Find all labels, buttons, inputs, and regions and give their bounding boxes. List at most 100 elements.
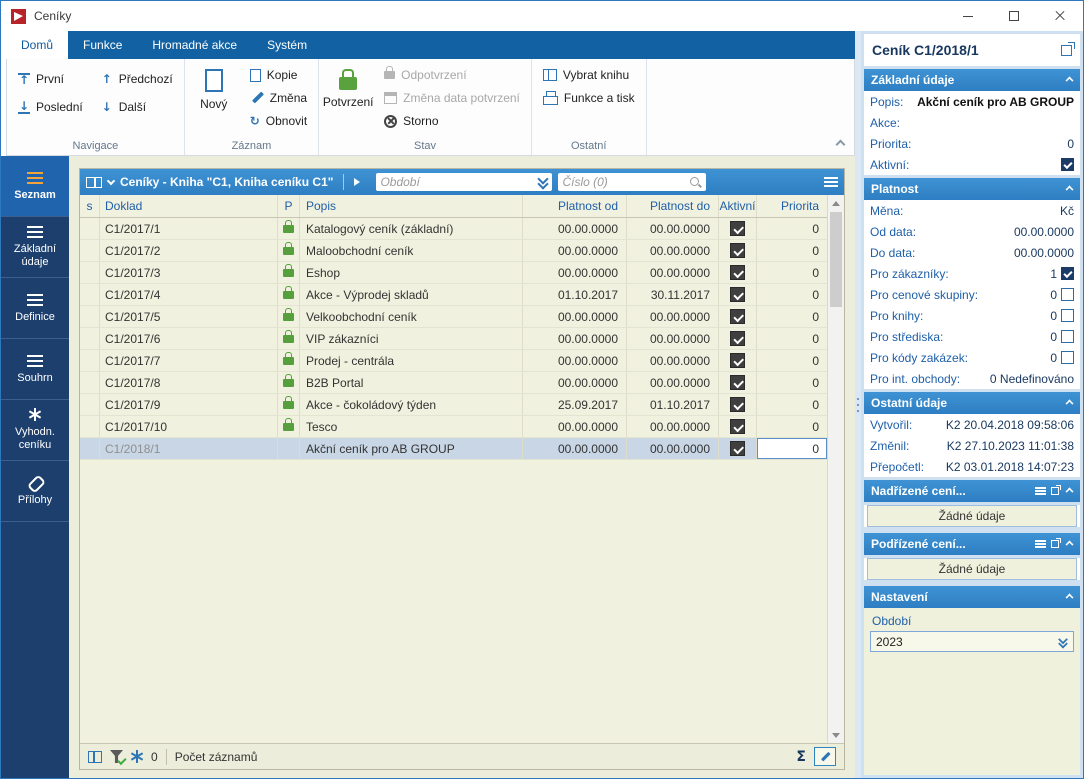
section-header-platnost[interactable]: Platnost (864, 178, 1080, 200)
ribbon-tab[interactable]: Hromadné akce (137, 31, 252, 59)
flake-icon[interactable] (131, 750, 143, 763)
sidebar-item[interactable]: Přílohy (1, 461, 69, 522)
double-chevron-icon[interactable] (538, 176, 548, 188)
number-filter-input[interactable] (562, 175, 687, 189)
table-row[interactable]: C1/2017/2 Maloobchodní ceník 00.00.0000 (80, 240, 827, 262)
functions-print-button[interactable]: Funkce a tisk (538, 88, 640, 108)
detail-field[interactable]: Vytvořil: K2 20.04.2018 09:58:06 (864, 414, 1080, 435)
active-checkbox[interactable] (730, 441, 745, 456)
section-popout-icon[interactable] (1051, 538, 1061, 548)
column-header-aktivni[interactable]: Aktivní (719, 195, 757, 217)
scroll-up-button[interactable] (828, 195, 844, 211)
obdobi-select[interactable]: 2023 (870, 631, 1074, 652)
no-data-bar[interactable]: Žádné údaje (867, 558, 1077, 580)
sidebar-item[interactable]: Definice (1, 278, 69, 339)
select-book-button[interactable]: Vybrat knihu (538, 65, 640, 85)
chevron-down-icon[interactable] (106, 176, 116, 185)
field-checkbox[interactable] (1061, 330, 1074, 343)
cell-priorita[interactable]: 0 (757, 328, 827, 349)
active-checkbox[interactable] (730, 419, 745, 434)
table-row[interactable]: C1/2017/10 Tesco 00.00.0000 00.00.0000 0 (80, 416, 827, 438)
table-row[interactable]: C1/2017/6 VIP zákazníci 00.00.0000 00.00 (80, 328, 827, 350)
detail-field[interactable]: Priorita: 0 (864, 133, 1080, 154)
field-checkbox[interactable] (1061, 267, 1074, 280)
copy-button[interactable]: Kopie (245, 64, 312, 85)
scrollbar-track[interactable] (828, 211, 844, 727)
ribbon-tab[interactable]: Systém (252, 31, 322, 59)
cell-priorita[interactable]: 0 (757, 416, 827, 437)
active-checkbox[interactable] (730, 375, 745, 390)
detail-field[interactable]: Přepočetl: K2 03.01.2018 14:07:23 (864, 456, 1080, 477)
vertical-scrollbar[interactable] (827, 195, 844, 743)
section-header-nastaveni[interactable]: Nastavení (864, 586, 1080, 608)
first-button[interactable]: ↑ První (13, 69, 88, 89)
ribbon-tab[interactable]: Funkce (68, 31, 137, 59)
collapse-chevron-icon[interactable] (1065, 540, 1074, 548)
cancel-record-button[interactable]: Storno (379, 111, 525, 131)
field-checkbox[interactable] (1061, 309, 1074, 322)
column-header-platnost-od[interactable]: Platnost od (523, 195, 627, 217)
table-row[interactable]: C1/2017/9 Akce - čokoládový týden 25.09.… (80, 394, 827, 416)
confirm-button[interactable]: Potvrzení (323, 63, 374, 109)
table-row[interactable]: C1/2017/8 B2B Portal 00.00.0000 00.00.00 (80, 372, 827, 394)
section-header-nadrizene[interactable]: Nadřízené cení... (864, 480, 1080, 502)
scrollbar-thumb[interactable] (830, 212, 842, 307)
sum-icon[interactable]: Σ (796, 749, 806, 765)
table-row[interactable]: C1/2017/1 Katalogový ceník (základní) 00… (80, 218, 827, 240)
cell-priorita[interactable]: 0 (757, 394, 827, 415)
detail-field[interactable]: Akce: (864, 112, 1080, 133)
active-checkbox[interactable] (730, 353, 745, 368)
detail-field[interactable]: Pro zákazníky: 1 (864, 263, 1080, 284)
collapse-chevron-icon[interactable] (1065, 76, 1074, 84)
section-header-podrizene[interactable]: Podřízené cení... (864, 533, 1080, 555)
sidebar-item[interactable]: Souhrn (1, 339, 69, 400)
collapse-chevron-icon[interactable] (1065, 185, 1074, 193)
active-checkbox[interactable] (730, 265, 745, 280)
no-data-bar[interactable]: Žádné údaje (867, 505, 1077, 527)
detail-field[interactable]: Pro kódy zakázek: 0 (864, 347, 1080, 368)
view-columns-icon[interactable] (88, 750, 102, 763)
cell-priorita[interactable]: 0 (757, 218, 827, 239)
detail-field[interactable]: Pro střediska: 0 (864, 326, 1080, 347)
table-menu-icon[interactable] (824, 176, 838, 188)
ribbon-tab[interactable]: Domů (6, 31, 69, 59)
period-filter-input[interactable] (380, 175, 536, 189)
scroll-down-button[interactable] (828, 727, 844, 743)
column-header-platnost-do[interactable]: Platnost do (627, 195, 719, 217)
cell-priorita[interactable]: 0 (757, 372, 827, 393)
unconfirm-button[interactable]: Odpotvrzení (379, 65, 525, 85)
active-checkbox[interactable] (730, 221, 745, 236)
column-header-priorita[interactable]: Priorita (757, 195, 827, 217)
section-menu-icon[interactable] (1035, 487, 1046, 495)
detail-field[interactable]: Popis: Akční ceník pro AB GROUP (864, 91, 1080, 112)
detail-field[interactable]: Měna: Kč (864, 200, 1080, 221)
detail-field[interactable]: Pro knihy: 0 (864, 305, 1080, 326)
minimize-button[interactable] (945, 1, 991, 31)
active-checkbox[interactable] (730, 331, 745, 346)
collapse-chevron-icon[interactable] (1065, 399, 1074, 407)
detail-field[interactable]: Pro int. obchody: 0 Nedefinováno (864, 368, 1080, 389)
popout-icon[interactable] (1061, 41, 1075, 56)
new-button[interactable]: Nový (191, 63, 237, 111)
field-checkbox[interactable] (1061, 288, 1074, 301)
collapse-chevron-icon[interactable] (1065, 593, 1074, 601)
refresh-button[interactable]: ↻ Obnovit (245, 111, 312, 131)
column-header-doklad[interactable]: Doklad (100, 195, 278, 217)
change-confirm-date-button[interactable]: Změna data potvrzení (379, 88, 525, 108)
maximize-button[interactable] (991, 1, 1037, 31)
collapse-chevron-icon[interactable] (1065, 487, 1074, 495)
cell-priorita[interactable]: 0 (757, 350, 827, 371)
table-row[interactable]: C1/2017/7 Prodej - centrála 00.00.0000 0 (80, 350, 827, 372)
last-button[interactable]: ↓ Poslední (13, 97, 88, 117)
detail-field[interactable]: Od data: 00.00.0000 (864, 221, 1080, 242)
sidebar-item[interactable]: Základní údaje (1, 217, 69, 278)
cell-priorita[interactable]: 0 (757, 240, 827, 261)
sidebar-item[interactable]: Seznam (1, 156, 69, 217)
cell-priorita[interactable]: 0 (757, 262, 827, 283)
column-header-popis[interactable]: Popis (300, 195, 523, 217)
active-checkbox[interactable] (730, 309, 745, 324)
previous-button[interactable]: ↑ Předchozí (96, 69, 178, 89)
column-header-s[interactable]: s (80, 195, 100, 217)
cell-priorita[interactable]: 0 (757, 438, 827, 459)
table-row[interactable]: C1/2017/3 Eshop 00.00.0000 00.00.0000 0 (80, 262, 827, 284)
